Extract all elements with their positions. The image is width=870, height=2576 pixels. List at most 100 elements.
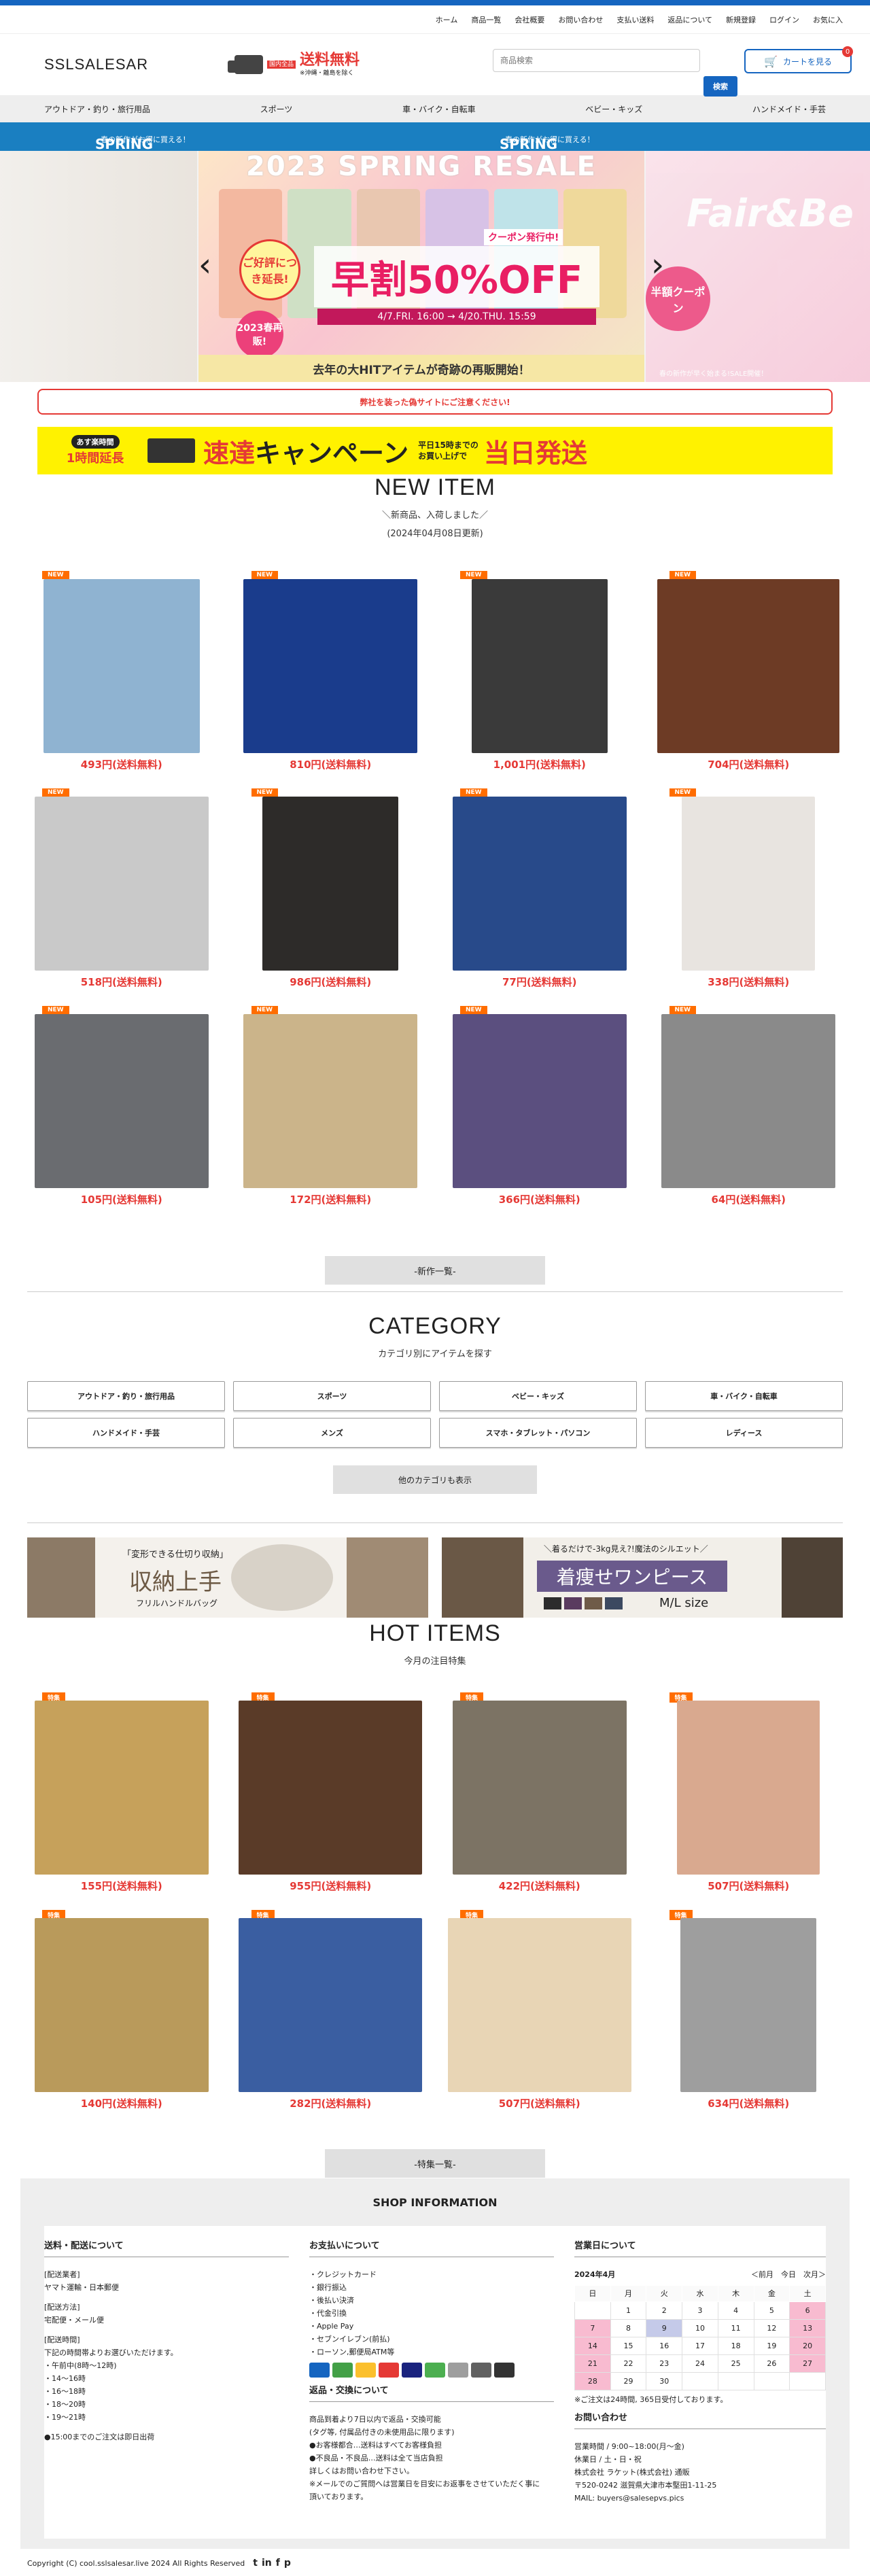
hot-item-image[interactable] — [680, 1918, 817, 2092]
new-item-card[interactable]: NEW 338円(送料無料) — [655, 788, 843, 1006]
hot-item-price[interactable]: 422円(送料無料) — [445, 1879, 634, 1893]
catnav-item-4[interactable]: ハンドメイド・手芸 — [752, 103, 826, 115]
social-icon-f[interactable]: f — [276, 2558, 280, 2569]
category-button[interactable]: レディース — [645, 1418, 843, 1448]
hot-item-image[interactable] — [34, 1701, 209, 1875]
new-item-card[interactable]: NEW 518円(送料無料) — [27, 788, 216, 1006]
new-items-more-button[interactable]: -新作一覧- — [325, 1256, 545, 1285]
search-input[interactable] — [493, 49, 700, 72]
new-item-card[interactable]: NEW 366円(送料無料) — [445, 1006, 634, 1223]
ad-banner-dress[interactable]: ＼着るだけで-3kg見え?!魔法のシルエット／ 着痩せワンピース M/L siz… — [442, 1537, 843, 1618]
new-item-image[interactable] — [43, 579, 200, 753]
top-link-6[interactable]: 新規登録 — [726, 14, 756, 25]
new-item-price[interactable]: 986円(送料無料) — [237, 975, 425, 989]
top-link-1[interactable]: 商品一覧 — [471, 14, 501, 25]
express-campaign-banner[interactable]: あす楽時間 1時間延長 速達キャンペーン 平日15時までの お買い上げで 当日発送 — [37, 427, 833, 474]
social-icon-t[interactable]: t — [253, 2558, 258, 2569]
category-button[interactable]: スポーツ — [233, 1381, 431, 1411]
carousel-next-arrow[interactable]: › — [651, 246, 664, 284]
new-item-image[interactable] — [471, 579, 608, 753]
top-link-8[interactable]: お気に入 — [813, 14, 843, 25]
category-button[interactable]: アウトドア・釣り・旅行用品 — [27, 1381, 225, 1411]
new-item-image[interactable] — [243, 579, 418, 753]
hot-item-image[interactable] — [239, 1918, 423, 2092]
new-item-image[interactable] — [262, 797, 399, 971]
cart-button[interactable]: 🛒 カートを見る 0 — [744, 46, 853, 73]
social-icon-p[interactable]: p — [284, 2558, 291, 2569]
top-link-5[interactable]: 返品について — [667, 14, 712, 25]
new-item-price[interactable]: 105円(送料無料) — [27, 1192, 216, 1206]
hot-item-card[interactable]: 特集 507円(送料無料) — [655, 1692, 843, 1910]
new-item-price[interactable]: 172円(送料無料) — [237, 1192, 425, 1206]
top-link-7[interactable]: ログイン — [769, 14, 799, 25]
new-item-image[interactable] — [661, 1014, 836, 1188]
site-logo[interactable]: SSLSALESAR — [44, 56, 234, 73]
catnav-item-2[interactable]: 車・バイク・自転車 — [402, 103, 476, 115]
hot-item-card[interactable]: 特集 140円(送料無料) — [27, 1910, 216, 2127]
new-item-image[interactable] — [682, 797, 816, 971]
new-item-card[interactable]: NEW 64円(送料無料) — [655, 1006, 843, 1223]
new-item-price[interactable]: 338円(送料無料) — [655, 975, 843, 989]
new-item-price[interactable]: 493円(送料無料) — [27, 757, 216, 771]
new-item-price[interactable]: 1,001円(送料無料) — [445, 757, 634, 771]
calendar-nav[interactable]: ＜前月 今日 次月＞ — [751, 2268, 826, 2281]
new-item-card[interactable]: NEW 704円(送料無料) — [655, 571, 843, 788]
new-item-image[interactable] — [34, 1014, 209, 1188]
category-button[interactable]: メンズ — [233, 1418, 431, 1448]
new-item-price[interactable]: 77円(送料無料) — [445, 975, 634, 989]
carousel-slide-next[interactable]: Fair&Be 半額クーポン 春の新作が早く始まる!SALE開催！ — [646, 151, 870, 382]
new-item-price[interactable]: 64円(送料無料) — [655, 1192, 843, 1206]
hot-item-price[interactable]: 282円(送料無料) — [237, 2096, 425, 2110]
new-item-price[interactable]: 704円(送料無料) — [655, 757, 843, 771]
hot-item-card[interactable]: 特集 282円(送料無料) — [237, 1910, 425, 2127]
new-item-price[interactable]: 810円(送料無料) — [237, 757, 425, 771]
new-item-card[interactable]: NEW 493円(送料無料) — [27, 571, 216, 788]
new-item-card[interactable]: NEW 1,001円(送料無料) — [445, 571, 634, 788]
ad-banner-bag[interactable]: 「変形できる仕切り収納」 収納上手 フリルハンドルバッグ — [27, 1537, 428, 1618]
top-link-4[interactable]: 支払い送料 — [616, 14, 654, 25]
carousel-prev-arrow[interactable]: ‹ — [198, 246, 211, 284]
new-item-price[interactable]: 518円(送料無料) — [27, 975, 216, 989]
top-link-3[interactable]: お問い合わせ — [558, 14, 603, 25]
hot-item-price[interactable]: 955円(送料無料) — [237, 1879, 425, 1893]
new-item-card[interactable]: NEW 77円(送料無料) — [445, 788, 634, 1006]
hot-item-card[interactable]: 特集 155円(送料無料) — [27, 1692, 216, 1910]
new-item-image[interactable] — [243, 1014, 418, 1188]
category-button[interactable]: スマホ・タブレット・パソコン — [439, 1418, 637, 1448]
new-item-price[interactable]: 366円(送料無料) — [445, 1192, 634, 1206]
hot-item-price[interactable]: 507円(送料無料) — [655, 1879, 843, 1893]
social-icon-in[interactable]: in — [262, 2558, 272, 2569]
category-button[interactable]: ハンドメイド・手芸 — [27, 1418, 225, 1448]
hot-item-card[interactable]: 特集 634円(送料無料) — [655, 1910, 843, 2127]
category-more-button[interactable]: 他のカテゴリも表示 — [333, 1465, 537, 1494]
new-item-card[interactable]: NEW 810円(送料無料) — [237, 571, 425, 788]
hot-item-card[interactable]: 特集 955円(送料無料) — [237, 1692, 425, 1910]
hot-item-image[interactable] — [677, 1701, 820, 1875]
hot-item-image[interactable] — [452, 1701, 627, 1875]
new-item-image[interactable] — [657, 579, 840, 753]
hot-item-price[interactable]: 155円(送料無料) — [27, 1879, 216, 1893]
catnav-item-0[interactable]: アウトドア・釣り・旅行用品 — [44, 103, 150, 115]
hot-item-image[interactable] — [239, 1701, 423, 1875]
new-item-image[interactable] — [452, 1014, 627, 1188]
hot-item-price[interactable]: 140円(送料無料) — [27, 2096, 216, 2110]
hot-item-image[interactable] — [447, 1918, 631, 2092]
carousel-slide-prev[interactable] — [0, 151, 197, 382]
new-item-card[interactable]: NEW 986円(送料無料) — [237, 788, 425, 1006]
hot-item-image[interactable] — [34, 1918, 209, 2092]
hot-items-more-button[interactable]: -特集一覧- — [325, 2149, 545, 2178]
catnav-item-1[interactable]: スポーツ — [260, 103, 293, 115]
fake-site-warning[interactable]: 弊社を装った偽サイトにご注意ください! — [37, 389, 833, 415]
category-button[interactable]: ベビー・キッズ — [439, 1381, 637, 1411]
category-button[interactable]: 車・バイク・自転車 — [645, 1381, 843, 1411]
new-item-image[interactable] — [34, 797, 209, 971]
search-button[interactable]: 検索 — [703, 76, 737, 97]
hero-carousel[interactable]: 2023 SPRING RESALE ご好評につき延長! 早割50%OFF クー… — [0, 151, 870, 382]
hot-item-price[interactable]: 634円(送料無料) — [655, 2096, 843, 2110]
top-link-0[interactable]: ホーム — [436, 14, 458, 25]
catnav-item-3[interactable]: ベビー・キッズ — [585, 103, 642, 115]
hot-item-card[interactable]: 特集 507円(送料無料) — [445, 1910, 634, 2127]
top-link-2[interactable]: 会社概要 — [515, 14, 544, 25]
carousel-slide-main[interactable]: 2023 SPRING RESALE ご好評につき延長! 早割50%OFF クー… — [198, 151, 644, 382]
hot-item-price[interactable]: 507円(送料無料) — [445, 2096, 634, 2110]
